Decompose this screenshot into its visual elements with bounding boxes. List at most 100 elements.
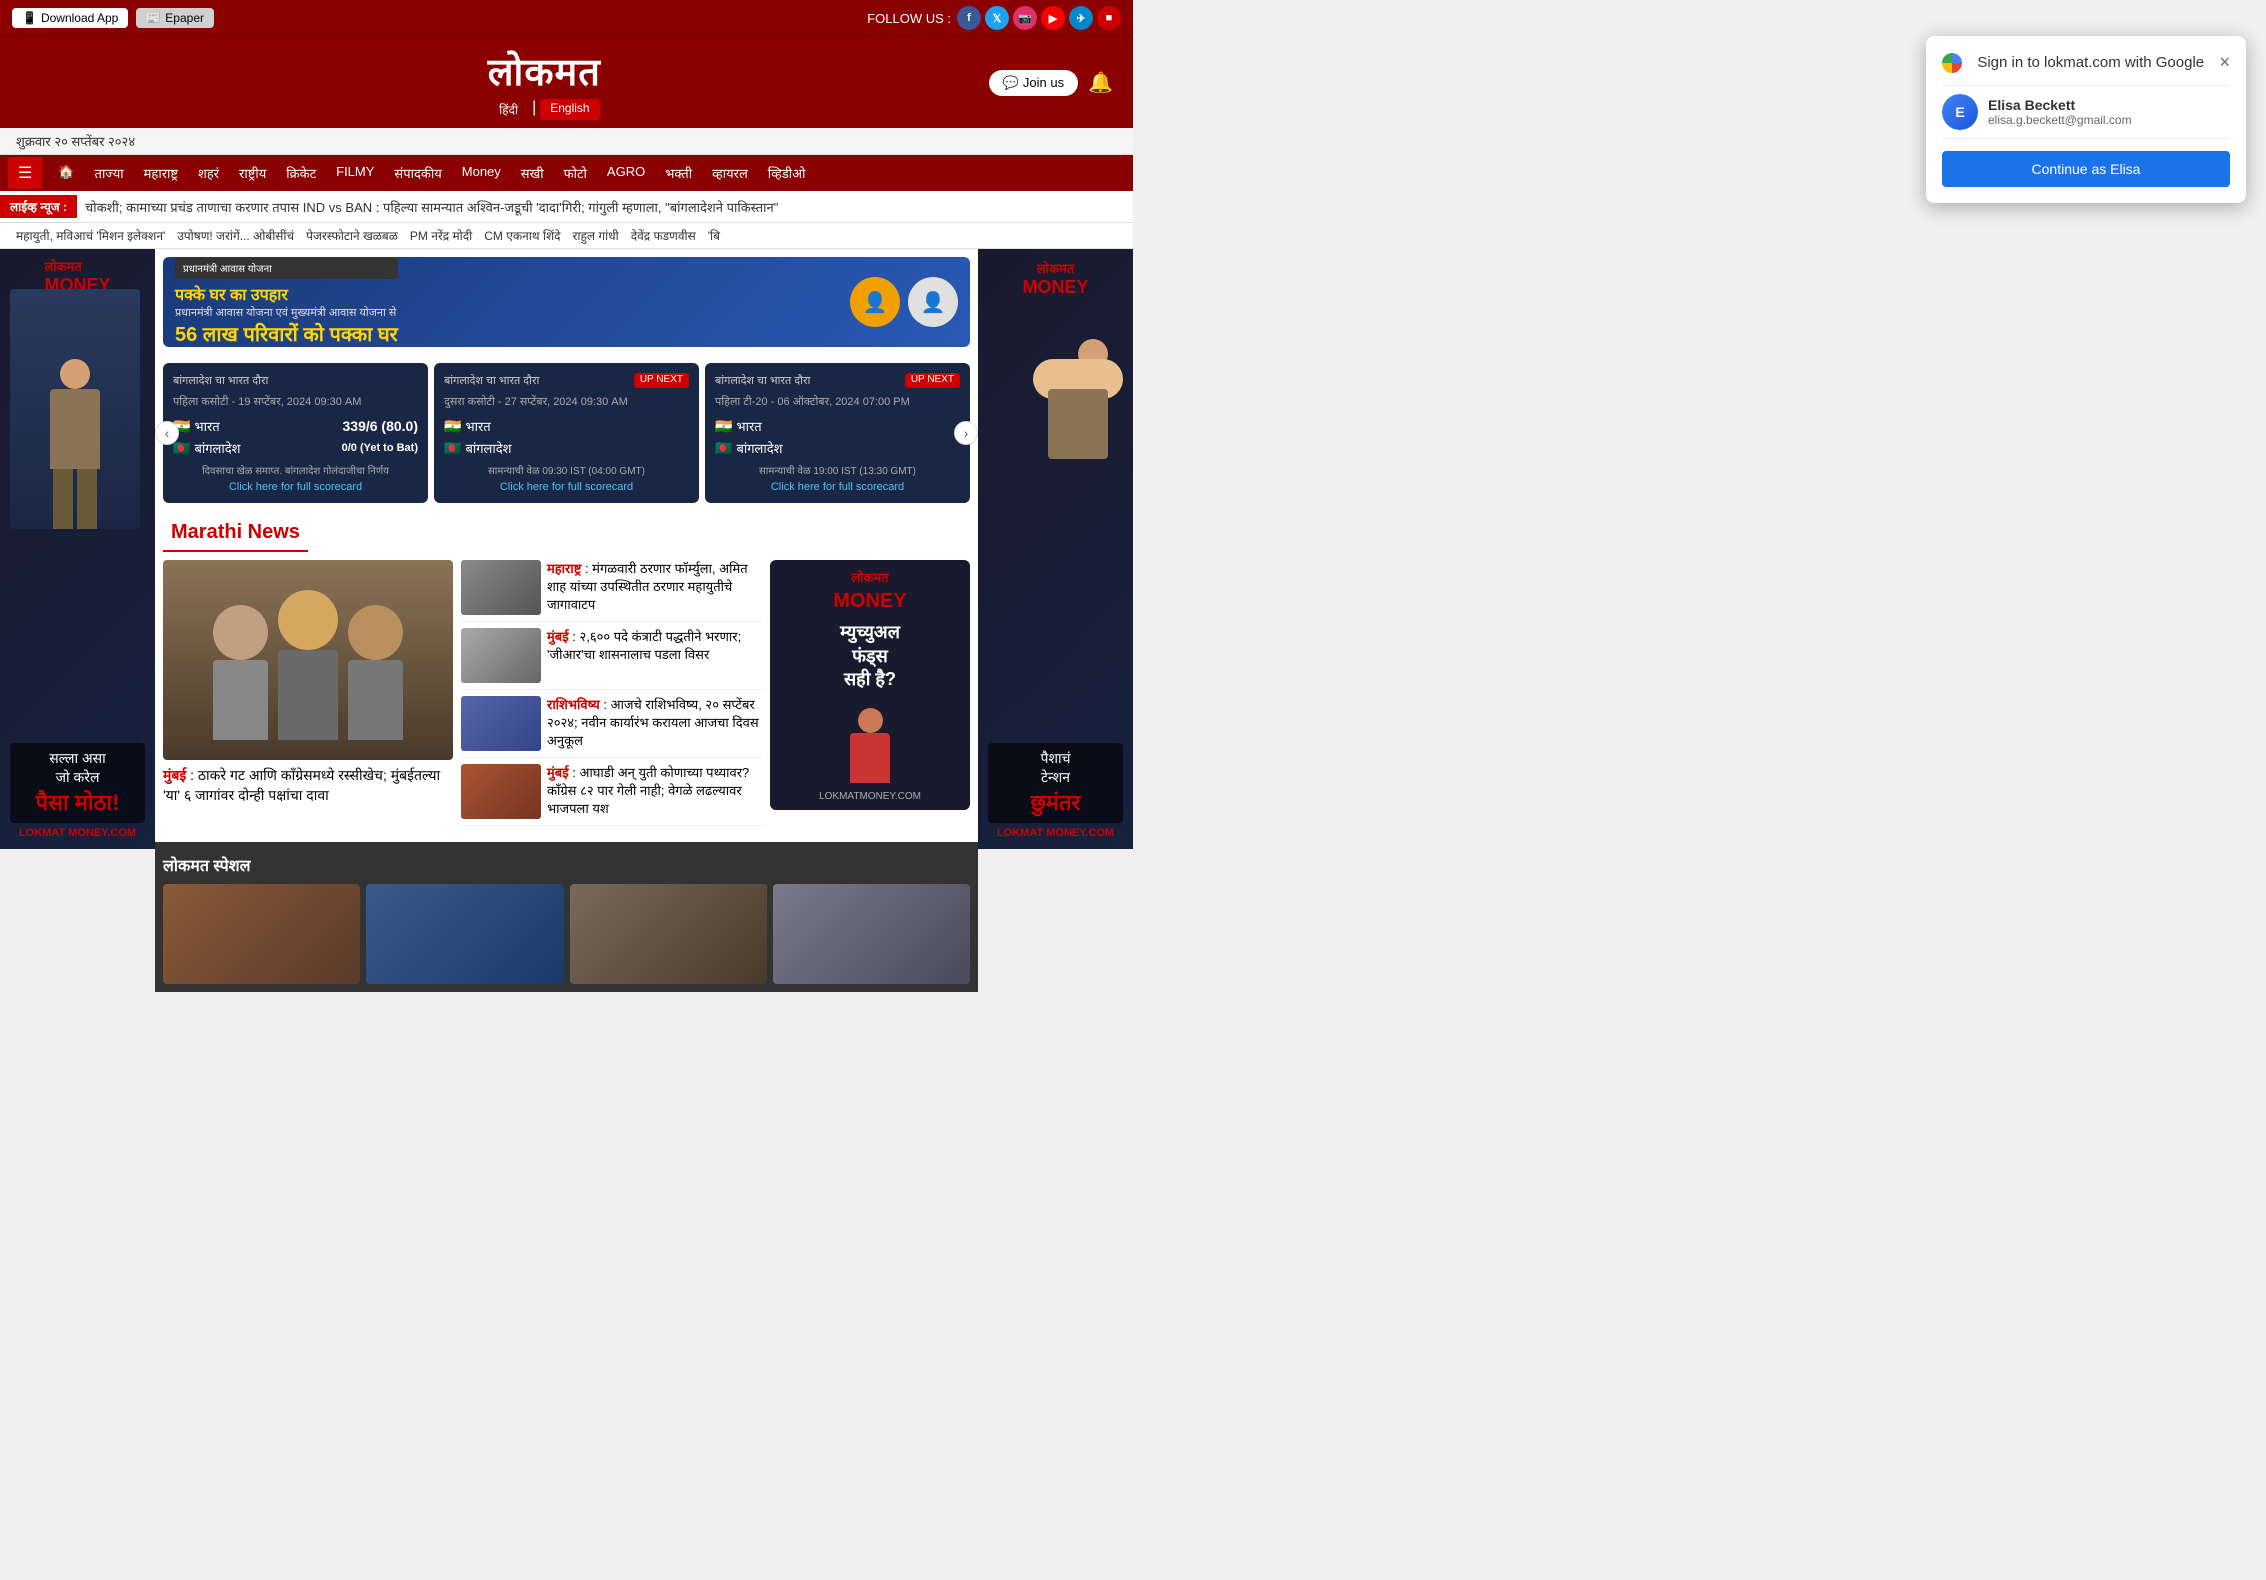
phone-icon: 📱 [22,11,37,25]
nav-filmy[interactable]: FILMY [326,156,384,190]
left-ad-text2: जो करेल [16,768,139,787]
language-tabs: हिंदी | English [489,99,599,120]
nav-cities[interactable]: शहरं [188,156,229,190]
cricket-prev-button[interactable]: ‹ [155,421,179,445]
twitter-icon[interactable]: 𝕏 [985,6,1009,30]
social-icons: f 𝕏 📷 ▶ ✈ ■ [957,6,1121,30]
nav-latest[interactable]: ताज्या [85,156,134,190]
news-grid: मुंबई : ठाकरे गट आणि काँग्रेसमध्ये रस्सी… [155,552,978,834]
news-item-4[interactable]: मुंबई : आघाडी अन् युती कोणाच्या पथ्यावर?… [461,764,762,826]
main-article-text: : ठाकरे गट आणि काँग्रेसमध्ये रस्सीखेच; म… [163,767,440,803]
english-lang-tab[interactable]: English [540,99,599,120]
nav-agro[interactable]: AGRO [597,156,655,190]
money-logo: LOKMATMONEY.COM [819,791,921,802]
banner-ad[interactable]: प्रधानमंत्री आवास योजना पक्के घर का उपहा… [163,257,970,347]
continue-as-button[interactable]: Continue as Elisa [1942,151,2230,187]
quick-link-4[interactable]: PM नरेंद्र मोदी [410,227,472,244]
special-item-3[interactable] [570,884,767,984]
join-button[interactable]: 💬 Join us [989,70,1078,96]
nav-money[interactable]: Money [452,156,511,190]
right-advertisement: लोकमत MONEY पैशाचं टेन्शन छुमंतर LOKMAT … [978,249,1133,992]
account-avatar: E [1942,94,1978,130]
quick-link-3[interactable]: पेजरस्फोटाने खळबळ [306,227,398,244]
nav-viral[interactable]: व्हायरल [702,156,758,190]
lokmat-special-title: लोकमत स्पेशल [163,850,970,884]
scorecard-link-2[interactable]: Click here for full scorecard [444,481,689,493]
team-bangladesh-3: 🇧🇩 बांगलादेश [715,439,960,457]
whatsapp-icon: 💬 [1003,75,1019,91]
quick-link-8[interactable]: 'बि [708,227,720,244]
lokmat-special-section: लोकमत स्पेशल [155,842,978,992]
telegram-icon[interactable]: ✈ [1069,6,1093,30]
score-header-2: बांगलादेश चा भारत दौरा UP NEXT [444,373,689,388]
top-bar: 📱 Download App 📰 Epaper FOLLOW US : f 𝕏 … [0,0,1133,36]
nav-editorial[interactable]: संपादकीय [384,156,451,190]
quick-links: महायुती, मविआचं 'मिशन इलेक्शन' उपोषण! जर… [0,223,1133,249]
epaper-button[interactable]: 📰 Epaper [136,8,214,28]
special-item-1[interactable] [163,884,360,984]
main-content: प्रधानमंत्री आवास योजना पक्के घर का उपहा… [155,249,978,992]
google-g-icon [1942,53,1962,73]
popup-close-button[interactable]: × [2219,52,2230,73]
quick-link-7[interactable]: देवेंद्र फडणवीस [631,227,696,244]
quick-link-2[interactable]: उपोषण! जरांगें... ओबीसींचं [177,227,294,244]
hamburger-menu[interactable]: ☰ [8,157,42,189]
score-card-1: बांगलादेश चा भारत दौरा पहिला कसोटी - 19 … [163,363,428,503]
nav-cricket[interactable]: क्रिकेट [276,156,326,190]
breaking-text[interactable]: चोकशी; कामाच्या प्रचंड ताणाचा करणार तपास… [85,198,778,216]
up-next-badge-3: UP NEXT [905,373,960,388]
right-ad-banner[interactable]: लोकमत MONEY पैशाचं टेन्शन छुमंतर LOKMAT … [978,249,1133,849]
main-article-image[interactable] [163,560,453,760]
news-item-2[interactable]: मुंबई : २,६०० पदे कंत्राटी पद्धतीने भरणा… [461,628,762,690]
banner-ad-title: पक्के घर का उपहार [175,283,398,305]
team-india-1: 🇮🇳 भारत 339/6 (80.0) [173,417,418,435]
quick-link-1[interactable]: महायुती, मविआचं 'मिशन इलेक्शन' [16,227,165,244]
money-advertisement[interactable]: लोकमत MONEY म्युच्युअल फंड्स सही है? [770,560,970,826]
banner-ad-main: 56 लाख परिवारों को पक्का घर [175,320,398,347]
special-item-2[interactable] [366,884,563,984]
news-item-3[interactable]: राशिभविष्य : आजचे राशिभविष्य, २० सप्टेंब… [461,696,762,758]
nav-maharashtra[interactable]: महाराष्ट्र [134,156,188,190]
special-grid [163,884,970,984]
scorecard-link-3[interactable]: Click here for full scorecard [715,481,960,493]
download-app-button[interactable]: 📱 Download App [12,8,128,28]
main-wrapper: लोकमत MONEY सल्ला असा जो करेल [0,249,1133,992]
main-article-caption[interactable]: मुंबई : ठाकरे गट आणि काँग्रेसमध्ये रस्सी… [163,766,453,805]
money-line1: म्युच्युअल [840,622,900,642]
site-logo[interactable]: लोकमत [488,45,601,97]
youtube-icon[interactable]: ▶ [1041,6,1065,30]
breaking-news-bar: लाईव्ह न्यूज : चोकशी; कामाच्या प्रचंड ता… [0,191,1133,223]
team-bangladesh-2: 🇧🇩 बांगलादेश [444,439,689,457]
instagram-icon[interactable]: 📷 [1013,6,1037,30]
special-item-4[interactable] [773,884,970,984]
left-ad-banner[interactable]: लोकमत MONEY सल्ला असा जो करेल [0,249,155,849]
cricket-section: ‹ बांगलादेश चा भारत दौरा पहिला कसोटी - 1… [155,355,978,511]
team-india-2: 🇮🇳 भारत [444,417,689,435]
news-item-1[interactable]: महाराष्ट्र : मंगळवारी ठरणार फॉर्म्युला, … [461,560,762,622]
header-right: 💬 Join us 🔔 [989,70,1113,96]
nav-video[interactable]: व्हिडीओ [758,156,816,190]
hindi-lang-tab[interactable]: हिंदी [489,99,528,120]
quick-link-5[interactable]: CM एकनाथ शिंदे [484,227,560,244]
news-list: महाराष्ट्र : मंगळवारी ठरणार फॉर्म्युला, … [461,560,762,826]
nav-national[interactable]: राष्ट्रीय [229,156,276,190]
quick-link-6[interactable]: राहुल गांधी [573,227,619,244]
score-card-3: बांगलादेश चा भारत दौरा UP NEXT पहिला टी-… [705,363,970,503]
cricket-next-button[interactable]: › [954,421,978,445]
right-ad-text3: छुमंतर [994,787,1117,817]
scorecard-link-1[interactable]: Click here for full scorecard [173,481,418,493]
right-ad-logo: LOKMAT MONEY.COM [997,827,1114,839]
main-article: मुंबई : ठाकरे गट आणि काँग्रेसमध्ये रस्सी… [163,560,453,826]
nav-home[interactable]: 🏠 [48,156,84,190]
score-card-2: बांगलादेश चा भारत दौरा UP NEXT दुसरा कसो… [434,363,699,503]
nav-sakhi[interactable]: सखी [511,156,554,190]
nav-bar: ☰ 🏠 ताज्या महाराष्ट्र शहरं राष्ट्रीय क्र… [0,155,1133,191]
news-thumb-1 [461,560,541,615]
facebook-icon[interactable]: f [957,6,981,30]
nav-bhakti[interactable]: भक्ती [655,156,702,190]
nav-photo[interactable]: फोटो [554,156,597,190]
notification-icon[interactable]: 🔔 [1088,70,1113,95]
breaking-label: लाईव्ह न्यूज : [0,195,77,218]
account-info: Elisa Beckett elisa.g.beckett@gmail.com [1988,97,2132,127]
extra-icon[interactable]: ■ [1097,6,1121,30]
